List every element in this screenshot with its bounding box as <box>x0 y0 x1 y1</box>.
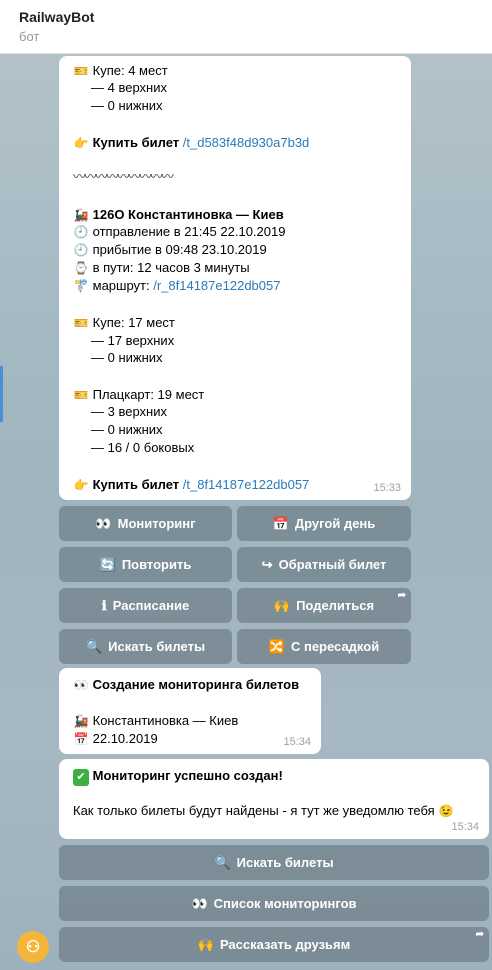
ticket-line: 🎫 Купе: 17 мест <box>73 315 175 330</box>
monitoring-button[interactable]: 👀 Мониторинг <box>59 506 232 541</box>
repeat-icon: 🔄 <box>99 556 116 572</box>
repeat-button[interactable]: 🔄 Повторить <box>59 547 232 582</box>
departure-line: 🕘 отправление в 21:45 22.10.2019 <box>73 224 286 239</box>
button-label: Повторить <box>121 557 192 572</box>
raised-hands-icon: 🙌 <box>197 936 214 952</box>
info-icon: ℹ <box>101 597 107 613</box>
message-time: 15:34 <box>451 821 479 833</box>
button-label: Другой день <box>294 516 376 531</box>
seat-line: — 16 / 0 боковых <box>91 440 195 455</box>
message-train-list: 🎫 Купе: 4 мест — 4 верхних — 0 нижних 👉 … <box>59 56 411 500</box>
check-icon: ✔ <box>73 769 89 786</box>
share-arrow-icon: ➦ <box>475 929 484 940</box>
button-label: Список мониторингов <box>213 896 357 911</box>
search-tickets-button[interactable]: 🔍 Искать билеты <box>59 629 232 664</box>
train-icon: 🚂 <box>73 714 89 728</box>
eyes-icon: 👀 <box>191 895 208 911</box>
shuffle-icon: 🔀 <box>268 638 285 654</box>
scroll-indicator <box>0 366 3 422</box>
chat-header: RailwayBot бот <box>0 0 492 54</box>
share-arrow-icon: ➦ <box>397 590 406 601</box>
magnifier-icon: 🔍 <box>214 854 231 870</box>
buy-line: 👉 Купить билет /t_8f14187e122db057 <box>73 477 310 492</box>
train-icon: 🚂 <box>73 208 89 222</box>
button-label: Поделиться <box>296 598 375 613</box>
other-day-button[interactable]: 📅 Другой день <box>237 506 411 541</box>
buy-link[interactable]: /t_8f14187e122db057 <box>183 477 310 492</box>
route-link[interactable]: /r_8f14187e122db057 <box>153 278 280 293</box>
ticket-line: 🎫 Плацкарт: 19 мест <box>73 387 205 402</box>
bot-avatar[interactable]: ⚇ <box>17 931 49 963</box>
seat-line: — 0 нижних <box>91 350 163 365</box>
transfer-button[interactable]: 🔀 С пересадкой <box>237 629 411 664</box>
button-label: Искать билеты <box>236 855 334 870</box>
button-label: С пересадкой <box>290 639 380 654</box>
message-monitoring-success: ✔ Мониторинг успешно создан! Как только … <box>59 759 489 839</box>
watch-icon: ⌚ <box>73 261 89 275</box>
point-right-icon: 👉 <box>73 478 89 492</box>
wavy-divider: 〰〰〰〰〰〰〰〰〰 <box>73 169 174 184</box>
button-label: Расписание <box>112 598 190 613</box>
eyes-icon: 👀 <box>95 515 112 531</box>
monitoring-title-line: 👀 Создание мониторинга билетов <box>73 677 300 692</box>
arrival-line: 🕘 прибытие в 09:48 23.10.2019 <box>73 242 267 257</box>
ticket-line: 🎫 Купе: 4 мест <box>73 63 168 78</box>
ticket-icon: 🎫 <box>73 64 89 78</box>
route-line: 🚂 Константиновка — Киев <box>73 713 239 728</box>
button-label: Искать билеты <box>108 639 206 654</box>
wink-icon: 😉 <box>438 804 454 818</box>
calendar-icon: 📅 <box>272 515 289 531</box>
message-time: 15:34 <box>283 736 311 748</box>
notify-line: Как только билеты будут найдены - я тут … <box>73 803 454 818</box>
clock-icon: 🕘 <box>73 225 89 239</box>
search-tickets-button[interactable]: 🔍 Искать билеты <box>59 845 489 880</box>
return-icon: ↪ <box>261 556 273 572</box>
return-ticket-button[interactable]: ↪ Обратный билет <box>237 547 411 582</box>
success-title-line: ✔ Мониторинг успешно создан! <box>73 767 283 786</box>
seat-line: — 4 верхних <box>91 80 167 95</box>
share-button[interactable]: 🙌 Поделиться ➦ <box>237 588 411 623</box>
button-label: Мониторинг <box>117 516 196 531</box>
duration-line: ⌚ в пути: 12 часов 3 минуты <box>73 260 250 275</box>
calendar-icon: 📅 <box>73 732 89 746</box>
raised-hands-icon: 🙌 <box>273 597 291 613</box>
date-line: 📅 22.10.2019 <box>73 731 158 746</box>
ticket-icon: 🎫 <box>73 316 89 330</box>
point-right-icon: 👉 <box>73 136 89 150</box>
seat-line: — 3 верхних <box>91 404 167 419</box>
schedule-button[interactable]: ℹ Расписание <box>59 588 232 623</box>
route-pin-icon: 🚏 <box>73 279 89 293</box>
tell-friends-button[interactable]: 🙌 Рассказать друзьям ➦ <box>59 927 489 962</box>
clock-icon: 🕘 <box>73 243 89 257</box>
ticket-icon: 🎫 <box>73 388 89 402</box>
button-label: Рассказать друзьям <box>219 937 351 952</box>
chat-title[interactable]: RailwayBot <box>19 9 94 25</box>
seat-line: — 0 нижних <box>91 422 163 437</box>
chat-subtitle: бот <box>19 29 40 44</box>
buy-line: 👉 Купить билет /t_d583f48d930a7b3d <box>73 135 310 150</box>
seat-line: — 0 нижних <box>91 98 163 113</box>
eyes-icon: 👀 <box>73 678 89 692</box>
monitoring-list-button[interactable]: 👀 Список мониторингов <box>59 886 489 921</box>
train-title-line: 🚂 126О Константиновка — Киев <box>73 207 284 222</box>
button-label: Обратный билет <box>278 557 387 572</box>
message-monitoring-create: 👀 Создание мониторинга билетов 🚂 Констан… <box>59 668 321 754</box>
route-line: 🚏 маршрут: /r_8f14187e122db057 <box>73 278 281 293</box>
buy-link[interactable]: /t_d583f48d930a7b3d <box>183 135 310 150</box>
message-time: 15:33 <box>373 482 401 494</box>
seat-line: — 17 верхних <box>91 333 175 348</box>
magnifier-icon: 🔍 <box>85 638 103 654</box>
